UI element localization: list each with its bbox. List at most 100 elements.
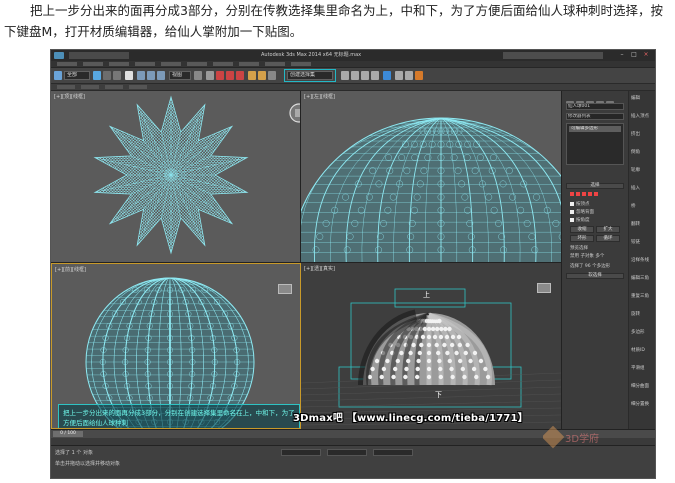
selection-count: 选择了 96 个多边形 — [570, 264, 611, 269]
edit-geometry-item[interactable]: 细分置换 — [631, 401, 649, 407]
ribbon-tab[interactable] — [129, 85, 147, 89]
reference-coord-combo[interactable]: 视图 — [169, 71, 191, 80]
cactus-areole — [374, 358, 380, 364]
radio-multi[interactable]: 多个 — [595, 254, 604, 259]
radio-subobj[interactable]: 子对象 — [580, 254, 594, 259]
time-slider-thumb[interactable]: 0 / 100 — [53, 431, 83, 437]
viewport-front[interactable]: [+][前][线框] 把上一步分出来的面再分成3部分，分别在创建选择集里命名在上… — [51, 263, 301, 429]
coord-x-field[interactable] — [281, 449, 321, 456]
viewport-perspective[interactable]: [+][透][真实] 上 下 — [301, 263, 561, 429]
menu-item[interactable] — [291, 62, 311, 66]
cactus-areole — [457, 342, 463, 348]
object-name-field[interactable]: 仙人球001 — [566, 103, 624, 110]
select-by-name-icon[interactable] — [103, 71, 111, 80]
menu-item[interactable] — [187, 62, 207, 66]
scale-icon[interactable] — [157, 71, 165, 80]
by-angle-checkbox[interactable]: 按角度 — [570, 217, 590, 223]
cactus-areole — [399, 350, 404, 356]
search-field[interactable] — [503, 52, 603, 59]
radio-off[interactable]: 禁用 — [570, 254, 579, 259]
edit-geometry-item[interactable]: 平滑组 — [631, 365, 645, 371]
menu-item[interactable] — [265, 62, 285, 66]
edit-geometry-item[interactable]: 插入顶点 — [631, 113, 649, 119]
menu-item[interactable] — [239, 62, 259, 66]
stack-item[interactable]: 可编辑多边形 — [569, 126, 621, 132]
cactus-areole — [392, 366, 398, 372]
graphite-icon[interactable] — [351, 71, 359, 80]
edit-geometry-item[interactable]: 材质ID — [631, 347, 645, 353]
app-icon[interactable] — [54, 52, 64, 59]
rollout-soft-selection[interactable]: 软选择 — [566, 273, 624, 279]
snap-icon[interactable] — [206, 71, 214, 80]
menu-item[interactable] — [135, 62, 155, 66]
window-crossing-icon[interactable] — [125, 71, 133, 80]
ignore-backface-checkbox[interactable]: 忽略背面 — [570, 209, 594, 215]
by-vertex-checkbox[interactable]: 按顶点 — [570, 201, 590, 207]
rollout-selection[interactable]: 选择 — [566, 183, 624, 189]
material-editor-icon[interactable] — [383, 71, 391, 80]
edit-geometry-item[interactable]: 轮廓 — [631, 167, 640, 173]
modifier-list-combo[interactable]: 修改器列表 — [566, 113, 624, 120]
viewcube[interactable] — [278, 284, 292, 294]
menu-item[interactable] — [83, 62, 103, 66]
mirror-icon[interactable] — [258, 71, 266, 80]
align-icon[interactable] — [268, 71, 276, 80]
cactus-areole — [449, 342, 455, 348]
edit-geometry-item[interactable]: 翻转 — [631, 221, 640, 227]
angle-snap-icon[interactable] — [216, 71, 224, 80]
spinner-snap-icon[interactable] — [236, 71, 244, 80]
modifier-stack[interactable]: 可编辑多边形 — [566, 123, 624, 165]
pivot-icon[interactable] — [194, 71, 202, 80]
command-tabs[interactable] — [566, 93, 626, 108]
edit-geometry-item[interactable]: 旋转 — [631, 311, 640, 317]
menu-item[interactable] — [213, 62, 233, 66]
loop-button[interactable]: 循环 — [596, 235, 620, 242]
edit-geometry-item[interactable]: 铰链 — [631, 239, 640, 245]
edit-geometry-item[interactable]: 插入 — [631, 185, 640, 191]
percent-snap-icon[interactable] — [226, 71, 234, 80]
close-icon[interactable]: × — [641, 51, 651, 59]
selection-filter-combo[interactable]: 全部 — [64, 71, 90, 80]
ring-button[interactable]: 环形 — [570, 235, 594, 242]
ribbon-tab[interactable] — [81, 85, 99, 89]
ribbon-tab[interactable] — [105, 85, 123, 89]
cactus-areole — [426, 342, 432, 348]
edit-geometry-item[interactable]: 重复三角 — [631, 293, 649, 299]
subobject-icons[interactable] — [570, 192, 600, 198]
menu-item[interactable] — [109, 62, 129, 66]
maximize-icon[interactable]: □ — [629, 51, 639, 59]
preview-radio-group[interactable]: 禁用 子对象 多个 — [570, 253, 604, 259]
render-frame-icon[interactable] — [405, 71, 413, 80]
render-icon[interactable] — [415, 71, 423, 80]
move-icon[interactable] — [137, 71, 145, 80]
undo-icon[interactable] — [54, 71, 62, 80]
rect-select-icon[interactable] — [113, 71, 121, 80]
edit-geometry-item[interactable]: 编辑三角 — [631, 275, 649, 281]
edit-geometry-item[interactable]: 桥 — [631, 203, 636, 209]
edit-geometry-item[interactable]: 多边形 — [631, 329, 645, 335]
rotate-icon[interactable] — [147, 71, 155, 80]
coord-y-field[interactable] — [327, 449, 367, 456]
viewport-left[interactable]: [+][左][线框] — [301, 91, 561, 263]
menu-item[interactable] — [57, 62, 77, 66]
grow-button[interactable]: 扩大 — [596, 226, 620, 233]
ribbon-tab[interactable] — [57, 85, 75, 89]
edit-geometry-item[interactable]: 沿样条线 — [631, 257, 649, 263]
viewport-top[interactable]: [+][顶][线框] — [51, 91, 301, 263]
curve-editor-icon[interactable] — [361, 71, 369, 80]
shrink-button[interactable]: 收缩 — [570, 226, 594, 233]
render-setup-icon[interactable] — [395, 71, 403, 80]
cactus-areole — [381, 366, 387, 372]
edit-geometry-item[interactable]: 倒角 — [631, 149, 640, 155]
edit-geometry-item[interactable]: 编辑 — [631, 95, 640, 101]
minimize-icon[interactable]: – — [617, 51, 627, 59]
edit-geometry-item[interactable]: 细分曲面 — [631, 383, 649, 389]
quick-access-toolbar[interactable] — [69, 52, 129, 59]
select-icon[interactable] — [93, 71, 101, 80]
edit-geometry-item[interactable]: 挤出 — [631, 131, 640, 137]
layer-icon[interactable] — [341, 71, 349, 80]
schematic-icon[interactable] — [371, 71, 379, 80]
coord-z-field[interactable] — [373, 449, 413, 456]
menu-item[interactable] — [161, 62, 181, 66]
edit-named-sets-icon[interactable] — [248, 71, 256, 80]
